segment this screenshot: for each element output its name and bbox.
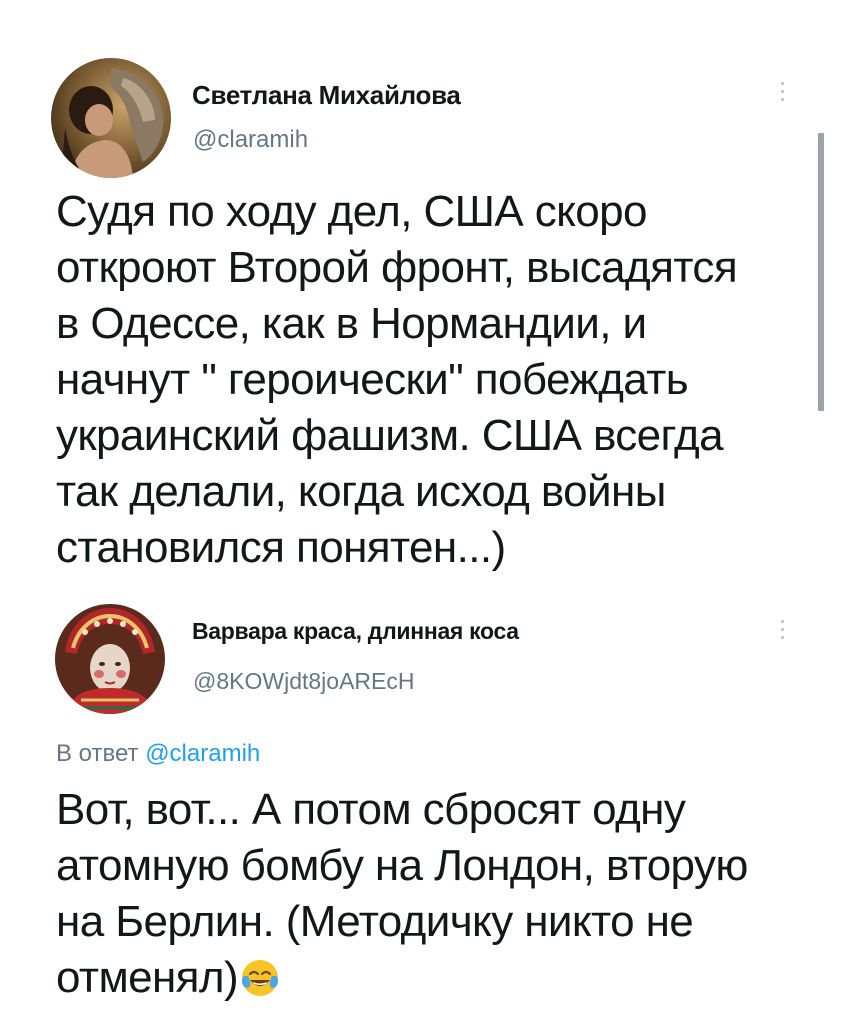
tweet-text-line-last: отменял) [56,950,816,1012]
reply-mention-link[interactable]: @claramih [145,740,260,767]
tweet-text: Судя по ходу дел, США скоро откроют Втор… [56,184,816,576]
more-options-button[interactable] [777,82,787,101]
tweet-text-line: так делали, когда исход войны [56,467,666,516]
more-options-button[interactable] [777,620,787,639]
author-handle[interactable]: @8KOWjdt8joAREcH [193,668,414,695]
face-with-tears-of-joy-icon [240,956,280,1012]
author-name[interactable]: Варвара краса, длинная коса [192,618,519,645]
reply-context: В ответ @claramih [56,740,260,768]
author-handle[interactable]: @claramih [193,126,308,154]
reply-prefix: В ответ [56,740,139,767]
tweet-text-line: атомную бомбу на Лондон, вторую [56,841,748,890]
tweet-text-line: становился понятен...) [56,523,506,572]
tweet-text-line: начнут " героически" побеждать [56,355,689,404]
tweet-text-line: Судя по ходу дел, США скоро [56,187,648,236]
tweet-original: Светлана Михайлова @claramih Судя по ход… [0,0,850,590]
tweet-text-fragment: отменял) [56,953,239,1002]
tweet-text: Вот, вот... А потом сбросят одну атомную… [56,782,816,1012]
tweet-text-line: в Одессе, как в Нормандии, и [56,299,647,348]
tweet-text-line: Вот, вот... А потом сбросят одну [56,785,686,834]
tweet-text-line: откроют Второй фронт, высадятся [56,243,738,292]
author-name[interactable]: Светлана Михайлова [192,80,461,111]
tweet-text-line: на Берлин. (Методичку никто не [56,897,694,946]
vertical-dots-icon [780,82,784,101]
vertical-dots-icon [780,620,784,639]
avatar[interactable] [55,604,165,714]
avatar-woman-with-wolf-icon [51,58,171,178]
scrollbar[interactable] [818,133,824,411]
avatar[interactable] [51,58,171,178]
tweet-reply: Варвара краса, длинная коса @8KOWjdt8joA… [0,590,850,1017]
tweet-text-line: украинский фашизм. США всегда [56,411,724,460]
avatar-woman-in-kokoshnik-icon [55,604,165,714]
